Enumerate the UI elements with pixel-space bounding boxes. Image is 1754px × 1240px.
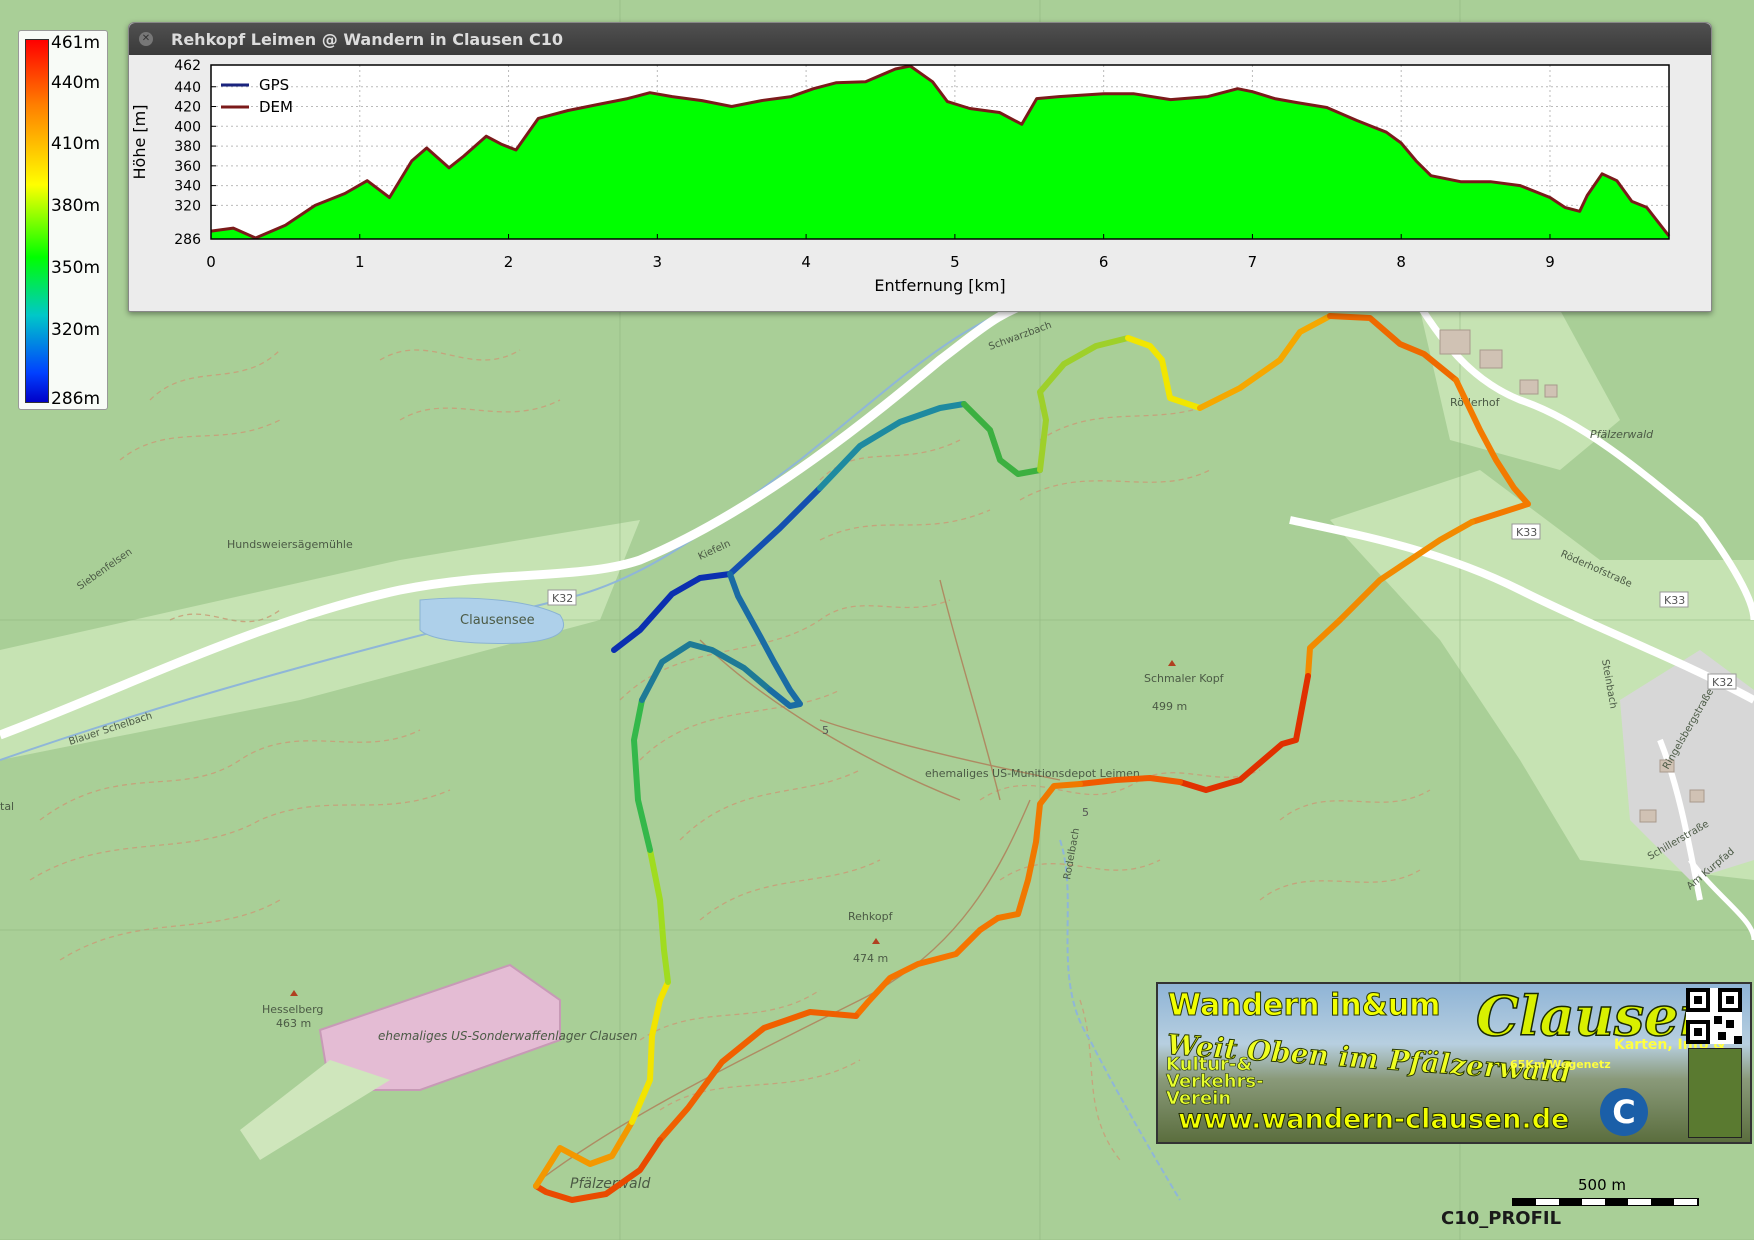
x-axis-label: Entfernung [km] <box>874 276 1005 295</box>
elevation-profile-chart: 462 440 420 400 380 360 340 320 286 0 1 2 3 4 5 6 7 8 9 Ent… <box>130 58 1671 295</box>
road-label: K33 <box>1664 594 1685 607</box>
y-tick-label: 462 <box>174 58 201 74</box>
app-badge-icon[interactable] <box>1688 1048 1742 1138</box>
y-tick-label: 400 <box>174 119 201 135</box>
banner-club: Kultur-& Verkehrs- Verein <box>1166 1054 1264 1109</box>
x-tick-label: 8 <box>1396 253 1406 271</box>
x-tick-label: 4 <box>801 253 811 271</box>
x-tick-label: 3 <box>653 253 663 271</box>
y-tick-label: 440 <box>174 80 201 96</box>
x-tick-label: 7 <box>1248 253 1258 271</box>
elevation-profile-window[interactable]: ✕ Rehkopf Leimen @ Wandern in Clausen C1… <box>128 22 1712 312</box>
elevation-color-bar <box>25 39 49 403</box>
elevation-legend: 461m 440m 410m 380m 350m 320m 286m <box>18 30 108 410</box>
close-icon[interactable]: ✕ <box>139 32 153 46</box>
qr-code-icon[interactable] <box>1686 988 1742 1044</box>
scale-ruler <box>1512 1198 1699 1206</box>
y-tick-label: 380 <box>174 139 201 155</box>
image-caption: C10_PROFIL <box>1441 1208 1562 1229</box>
y-tick-label: 286 <box>174 232 201 248</box>
place-label: Hesselberg <box>262 1003 323 1016</box>
x-tick-label: 5 <box>950 253 960 271</box>
y-tick-label: 340 <box>174 179 201 195</box>
place-label: 499 m <box>1152 700 1187 713</box>
window-titlebar[interactable]: ✕ Rehkopf Leimen @ Wandern in Clausen C1… <box>129 23 1711 55</box>
road-label: K32 <box>552 592 573 605</box>
legend-tick: 410m <box>51 134 101 154</box>
y-tick-label: 420 <box>174 100 201 116</box>
place-label: Röderhof <box>1450 396 1501 409</box>
place-label: Clausensee <box>460 613 535 628</box>
legend-tick: 380m <box>51 196 101 216</box>
x-tick-label: 1 <box>355 253 365 271</box>
legend-tick: 320m <box>51 320 101 340</box>
place-label: Pfälzerwald <box>1590 428 1654 441</box>
place-label: Schmaler Kopf <box>1144 672 1225 685</box>
x-tick-label: 2 <box>504 253 514 271</box>
scale-bar: 500 m <box>1512 1176 1699 1208</box>
legend-tick: 440m <box>51 73 101 93</box>
road-label: K32 <box>1712 676 1733 689</box>
x-tick-label: 6 <box>1099 253 1109 271</box>
club-logo-icon: C <box>1600 1088 1648 1136</box>
legend-label: DEM <box>259 98 293 116</box>
place-label: Rehkopf <box>848 910 894 923</box>
scale-label: 500 m <box>1578 1176 1627 1194</box>
banner-network: 65Km Wegenetz <box>1510 1058 1611 1071</box>
road-label: 5 <box>822 724 829 737</box>
road-label: 5 <box>1082 806 1089 819</box>
y-tick-label: 320 <box>174 198 201 214</box>
banner-headline: Wandern in&um <box>1167 988 1441 1024</box>
y-tick-label: 360 <box>174 159 201 175</box>
window-title: Rehkopf Leimen @ Wandern in Clausen C10 <box>171 30 563 49</box>
road-label: K33 <box>1516 526 1537 539</box>
place-label: tal <box>0 800 14 813</box>
legend-tick: 286m <box>51 389 101 409</box>
place-label: ehemaliges US-Sonderwaffenlager Clausen <box>378 1029 638 1043</box>
legend-tick: 350m <box>51 258 101 278</box>
y-axis-label: Höhe [m] <box>130 105 149 180</box>
place-label: 463 m <box>276 1017 311 1030</box>
legend-label: GPS <box>259 76 289 94</box>
x-tick-label: 9 <box>1545 253 1555 271</box>
place-label: Hundsweiersägemühle <box>227 538 353 551</box>
x-tick-label: 0 <box>206 253 216 271</box>
banner-url[interactable]: www.wandern-clausen.de <box>1177 1104 1569 1136</box>
promo-banner[interactable]: Wandern in&um Clausen Weit Oben im Pfälz… <box>1156 982 1752 1144</box>
place-label: 474 m <box>853 952 888 965</box>
legend-tick: 461m <box>51 33 101 53</box>
